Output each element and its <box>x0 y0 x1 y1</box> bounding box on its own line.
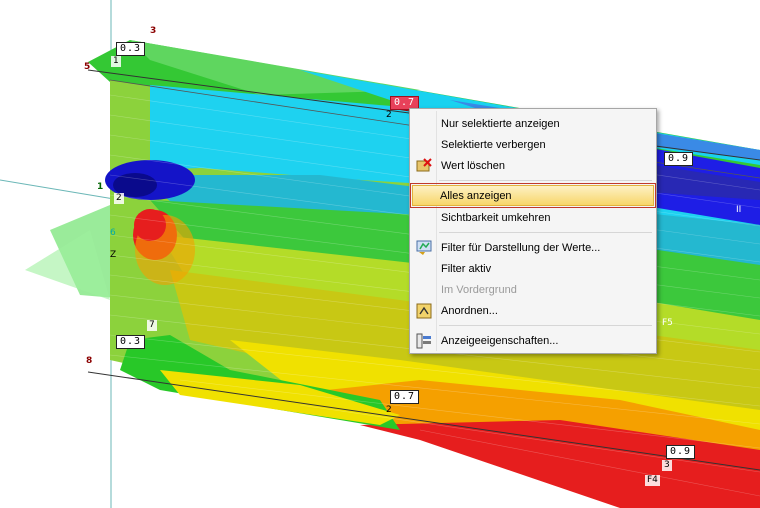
menu-separator <box>439 232 652 233</box>
delete-value-icon <box>412 155 436 176</box>
value-label[interactable]: 0.7 <box>390 390 420 404</box>
node-tag: 6 <box>110 228 116 238</box>
menu-item-label: Wert löschen <box>441 159 505 172</box>
menu-separator <box>439 180 652 181</box>
node-tag: 2 <box>114 193 124 204</box>
axis-z-tag: Z <box>110 250 117 260</box>
menu-item-show-all[interactable]: Alles anzeigen <box>410 183 656 208</box>
menu-item-delete-value[interactable]: Wert löschen <box>412 155 654 176</box>
node-tag: 1 <box>97 182 104 192</box>
node-tag: 8 <box>86 356 93 366</box>
member-tag: F5 <box>662 318 673 328</box>
menu-item-label: Sichtbarkeit umkehren <box>441 211 551 224</box>
node-tag: 5 <box>84 62 91 72</box>
menu-item-show-selected-only[interactable]: Nur selektierte anzeigen <box>412 113 654 134</box>
menu-item-hide-selected[interactable]: Selektierte verbergen <box>412 134 654 155</box>
menu-item-display-properties[interactable]: Anzeigeeigenschaften... <box>412 330 654 351</box>
node-tag: 3 <box>662 460 672 471</box>
menu-item-label: Im Vordergrund <box>441 283 517 296</box>
member-tag: F4 <box>645 475 660 486</box>
node-tag: 2 <box>386 405 392 415</box>
menu-item-foreground[interactable]: Im Vordergrund <box>412 279 654 300</box>
menu-item-value-filter[interactable]: Filter für Darstellung der Werte... <box>412 237 654 258</box>
value-label[interactable]: 0.9 <box>666 445 696 459</box>
context-menu: Nur selektierte anzeigen Selektierte ver… <box>409 108 657 354</box>
node-tag: 7 <box>147 320 157 331</box>
node-tag: 2 <box>386 110 392 120</box>
value-label[interactable]: 0.3 <box>116 42 146 56</box>
menu-item-arrange[interactable]: Anordnen... <box>412 300 654 321</box>
node-tag: 3 <box>150 26 157 36</box>
member-tag: II <box>736 205 742 215</box>
menu-item-label: Nur selektierte anzeigen <box>441 117 560 130</box>
arrange-icon <box>412 300 436 321</box>
menu-item-label: Anzeigeeigenschaften... <box>441 334 559 347</box>
value-label[interactable]: 0.3 <box>116 335 146 349</box>
menu-item-label: Anordnen... <box>441 304 498 317</box>
menu-item-label: Filter aktiv <box>441 262 492 275</box>
menu-separator <box>439 325 652 326</box>
menu-item-invert-visibility[interactable]: Sichtbarkeit umkehren <box>412 207 654 228</box>
menu-item-label: Alles anzeigen <box>440 189 512 202</box>
node-tag: 1 <box>111 56 121 67</box>
menu-item-filter-active[interactable]: Filter aktiv <box>412 258 654 279</box>
filter-icon <box>412 237 436 258</box>
display-properties-icon <box>412 330 436 351</box>
value-label[interactable]: 0.9 <box>664 152 694 166</box>
menu-item-label: Selektierte verbergen <box>441 138 546 151</box>
menu-item-label: Filter für Darstellung der Werte... <box>441 241 601 254</box>
